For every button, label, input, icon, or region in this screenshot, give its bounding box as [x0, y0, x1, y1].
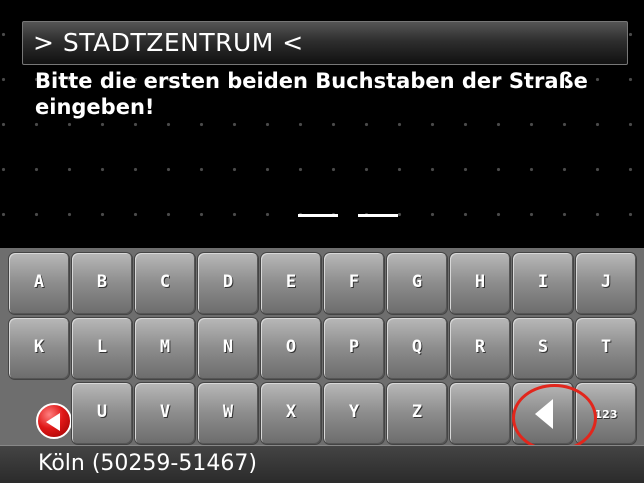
- input-slot-2: [358, 214, 398, 217]
- key-label: Y: [348, 402, 360, 422]
- key-e[interactable]: E: [260, 252, 322, 315]
- key-label: S: [537, 337, 549, 357]
- key-p[interactable]: P: [323, 317, 385, 380]
- key-y[interactable]: Y: [323, 382, 385, 445]
- key-label: T: [600, 337, 612, 357]
- key-o[interactable]: O: [260, 317, 322, 380]
- key-d[interactable]: D: [197, 252, 259, 315]
- key-label: B: [96, 272, 108, 292]
- key-label: R: [474, 337, 486, 357]
- key-a[interactable]: A: [8, 252, 70, 315]
- key-label: N: [222, 337, 234, 357]
- key-w[interactable]: W: [197, 382, 259, 445]
- key-label: U: [96, 402, 108, 422]
- key-label: Q: [411, 337, 423, 357]
- key-label: E: [285, 272, 297, 292]
- instruction-text: Bitte die ersten beiden Buchstaben der S…: [35, 69, 588, 119]
- key-r[interactable]: R: [449, 317, 511, 380]
- key-m[interactable]: M: [134, 317, 196, 380]
- key-label: O: [285, 337, 297, 357]
- highlight-circle: [512, 384, 597, 452]
- page-title: > STADTZENTRUM <: [33, 28, 304, 57]
- key-q[interactable]: Q: [386, 317, 448, 380]
- key-c[interactable]: C: [134, 252, 196, 315]
- input-slot-1: [298, 214, 338, 217]
- key-label: J: [600, 272, 612, 292]
- key-h[interactable]: H: [449, 252, 511, 315]
- navigation-screen: > STADTZENTRUM < Bitte die ersten beiden…: [0, 0, 644, 483]
- key-x[interactable]: X: [260, 382, 322, 445]
- key-label: X: [285, 402, 297, 422]
- key-label: I: [537, 272, 549, 292]
- key-label: F: [348, 272, 360, 292]
- key-label: L: [96, 337, 108, 357]
- key-n[interactable]: N: [197, 317, 259, 380]
- key-t[interactable]: T: [575, 317, 637, 380]
- key-v[interactable]: V: [134, 382, 196, 445]
- key-label: W: [222, 402, 234, 422]
- key-j[interactable]: J: [575, 252, 637, 315]
- back-arrow-icon: [36, 403, 72, 439]
- key-label: A: [33, 272, 45, 292]
- key-label: D: [222, 272, 234, 292]
- key-s[interactable]: S: [512, 317, 574, 380]
- location-label: Köln (50259-51467): [38, 451, 257, 476]
- back-button[interactable]: [8, 382, 72, 445]
- key-f[interactable]: F: [323, 252, 385, 315]
- key-b[interactable]: B: [71, 252, 133, 315]
- key-label: H: [474, 272, 486, 292]
- title-bar: > STADTZENTRUM <: [22, 21, 628, 65]
- key-label: V: [159, 402, 171, 422]
- key-z[interactable]: Z: [386, 382, 448, 445]
- key-g[interactable]: G: [386, 252, 448, 315]
- key-label: C: [159, 272, 171, 292]
- key-blank[interactable]: [449, 382, 511, 445]
- key-i[interactable]: I: [512, 252, 574, 315]
- key-label: M: [159, 337, 171, 357]
- key-label: G: [411, 272, 423, 292]
- key-k[interactable]: K: [8, 317, 70, 380]
- key-u[interactable]: U: [71, 382, 133, 445]
- key-l[interactable]: L: [71, 317, 133, 380]
- status-bar: Köln (50259-51467): [0, 445, 644, 483]
- key-label: P: [348, 337, 360, 357]
- key-label: Z: [411, 402, 423, 422]
- key-label: K: [33, 337, 45, 357]
